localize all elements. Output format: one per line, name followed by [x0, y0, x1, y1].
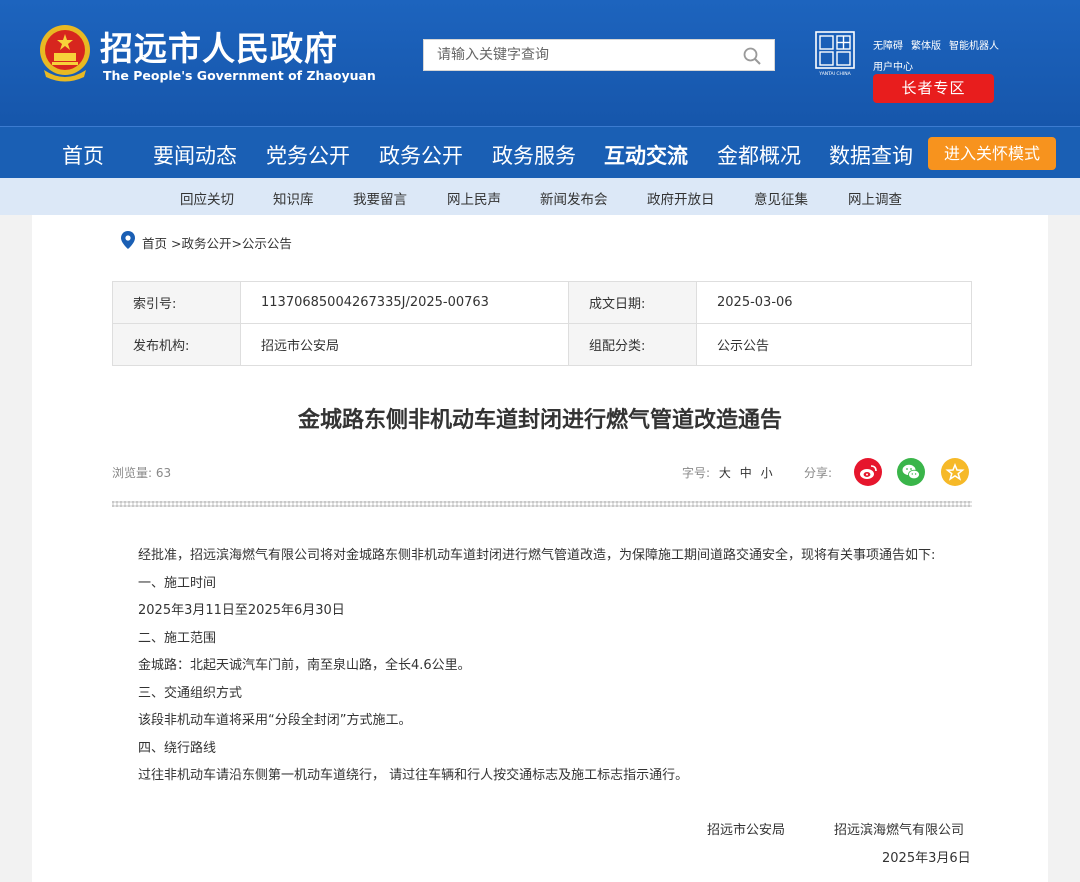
- article-title: 金城路东侧非机动车道封闭进行燃气管道改造通告: [297, 408, 782, 433]
- document-meta-table: 索引号: 11370685004267335J/2025-00763 成文日期:…: [112, 281, 972, 366]
- body-paragraph-detour: 过往非机动车请沿东侧第一机动车道绕行， 请过往车辆和行人按交通标志及施工标志指示…: [138, 768, 689, 783]
- sign-date: 2025年3月6日: [882, 851, 971, 866]
- weibo-icon: [860, 465, 877, 479]
- nav-gov-affairs[interactable]: 政务公开: [379, 140, 463, 170]
- article-container: 首页 >政务公开>公示公告 索引号: 11370685004267335J/20…: [32, 215, 1048, 882]
- subnav-online-survey[interactable]: 网上调查: [848, 188, 902, 208]
- subnav-opinion-collection[interactable]: 意见征集: [754, 188, 808, 208]
- divider: [112, 501, 972, 507]
- share-wechat-button[interactable]: [897, 458, 925, 486]
- subnav-public-voice[interactable]: 网上民声: [447, 188, 501, 208]
- subnav-open-day[interactable]: 政府开放日: [647, 188, 715, 208]
- index-value: 11370685004267335J/2025-00763: [240, 281, 569, 324]
- breadcrumb[interactable]: 首页 >政务公开>公示公告: [142, 233, 292, 252]
- body-paragraph-scope: 金城路：北起天诚汽车门前，南至泉山路，全长4.6公里。: [138, 658, 471, 673]
- font-size-medium[interactable]: 中: [740, 466, 752, 480]
- view-count: 浏览量: 63: [112, 466, 172, 480]
- accessibility-link[interactable]: 无障碍: [873, 41, 903, 52]
- body-paragraph-intro: 经批准，招远滨海燃气有限公司将对金城路东侧非机动车道封闭进行燃气管道改造，为保障…: [138, 548, 936, 563]
- nav-gov-services[interactable]: 政务服务: [492, 140, 576, 170]
- body-paragraph-traffic: 该段非机动车道将采用“分段全封闭”方式施工。: [138, 713, 412, 728]
- site-title-english[interactable]: The People's Government of Zhaoyuan: [103, 68, 376, 83]
- publisher-value: 招远市公安局: [240, 323, 569, 366]
- nav-home[interactable]: 首页: [62, 140, 104, 170]
- share-favorite-button[interactable]: [941, 458, 969, 486]
- index-label: 索引号:: [112, 281, 241, 324]
- traditional-chinese-link[interactable]: 繁体版: [911, 41, 941, 52]
- font-size-control: 字号: 大 中 小: [682, 464, 773, 481]
- body-heading-time: 一、施工时间: [138, 575, 217, 591]
- nav-interaction[interactable]: 互动交流: [604, 140, 688, 181]
- share-label: 分享:: [804, 466, 833, 480]
- body-heading-scope: 二、施工范围: [138, 630, 217, 646]
- body-paragraph-time: 2025年3月11日至2025年6月30日: [138, 603, 345, 618]
- star-icon: [945, 462, 965, 481]
- subnav-knowledge-base[interactable]: 知识库: [273, 188, 314, 208]
- signer-gas-company: 招远滨海燃气有限公司: [834, 823, 965, 838]
- elder-zone-button[interactable]: 长者专区: [873, 74, 994, 103]
- category-value: 公示公告: [696, 323, 972, 366]
- subnav-response[interactable]: 回应关切: [180, 188, 234, 208]
- site-title[interactable]: 招远市人民政府: [100, 22, 338, 70]
- search-input[interactable]: [424, 40, 734, 70]
- date-value: 2025-03-06: [696, 281, 972, 324]
- nav-overview[interactable]: 金都概况: [717, 140, 801, 170]
- article-body: 经批准，招远滨海燃气有限公司将对金城路东侧非机动车道封闭进行燃气管道改造，为保障…: [112, 542, 972, 790]
- share-weibo-button[interactable]: [854, 458, 882, 486]
- search-icon[interactable]: [742, 46, 762, 66]
- subnav-leave-message[interactable]: 我要留言: [353, 188, 407, 208]
- font-size-large[interactable]: 大: [719, 466, 731, 480]
- nav-news[interactable]: 要闻动态: [153, 140, 237, 170]
- site-header: 招远市人民政府 The People's Government of Zhaoy…: [0, 0, 1080, 126]
- subnav-press-conference[interactable]: 新闻发布会: [540, 188, 608, 208]
- font-size-label: 字号:: [682, 466, 711, 480]
- wechat-icon: [902, 464, 920, 480]
- date-label: 成文日期:: [568, 281, 697, 324]
- seal-caption: YANTAI CHINA: [818, 71, 851, 77]
- top-links: 无障碍 繁体版 智能机器人: [873, 37, 1007, 52]
- sub-navigation: 回应关切 知识库 我要留言 网上民声 新闻发布会 政府开放日 意见征集 网上调查: [0, 178, 1080, 215]
- nav-data-query[interactable]: 数据查询: [829, 140, 913, 170]
- user-center-link[interactable]: 用户中心: [873, 58, 913, 73]
- font-size-small[interactable]: 小: [761, 466, 773, 480]
- smart-robot-link[interactable]: 智能机器人: [949, 41, 999, 52]
- care-mode-button[interactable]: 进入关怀模式: [928, 137, 1056, 170]
- signer-police: 招远市公安局: [707, 823, 786, 838]
- category-label: 组配分类:: [568, 323, 697, 366]
- body-heading-traffic: 三、交通组织方式: [138, 685, 243, 701]
- publisher-label: 发布机构:: [112, 323, 241, 366]
- body-heading-detour: 四、绕行路线: [138, 740, 217, 756]
- location-pin-icon: [121, 231, 135, 249]
- main-navigation: 首页 要闻动态 党务公开 政务公开 政务服务 互动交流 金都概况 数据查询 进入…: [0, 126, 1080, 181]
- search-box: [423, 39, 775, 71]
- china-yantai-seal-icon: YANTAI CHINA: [815, 31, 855, 77]
- nav-party-affairs[interactable]: 党务公开: [266, 140, 350, 170]
- national-emblem-icon: [40, 25, 90, 82]
